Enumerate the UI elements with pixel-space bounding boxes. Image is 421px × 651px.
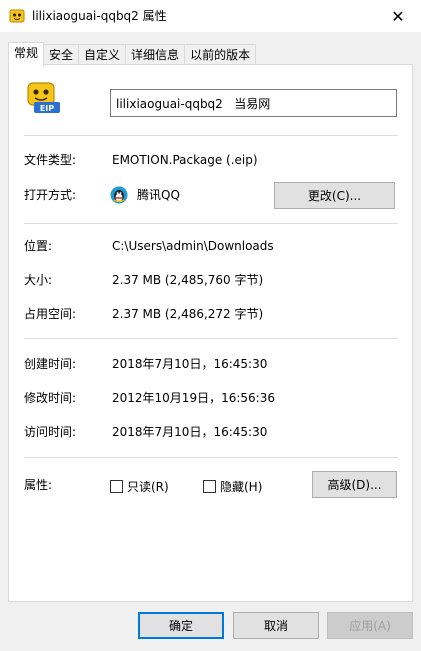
modified-value: 2012年10月19日，16:56:36 xyxy=(112,391,275,405)
open-with-value: 腾讯QQ xyxy=(137,188,180,202)
location-label: 位置: xyxy=(24,239,53,253)
file-type-value: EMOTION.Package (.eip) xyxy=(112,153,258,167)
readonly-checkbox[interactable]: 只读(R) xyxy=(110,478,169,495)
ok-button[interactable]: 确定 xyxy=(138,612,224,639)
created-label: 创建时间: xyxy=(24,357,77,371)
tab-details[interactable]: 详细信息 xyxy=(125,44,186,66)
separator xyxy=(24,457,398,458)
file-type-label: 文件类型: xyxy=(24,153,77,167)
separator xyxy=(24,223,398,224)
file-type-icon: EIP xyxy=(27,82,60,113)
disk-size-label: 占用空间: xyxy=(24,307,77,321)
file-name-field[interactable] xyxy=(110,89,397,117)
size-value: 2.37 MB (2,485,760 字节) xyxy=(112,273,264,287)
change-button[interactable]: 更改(C)... xyxy=(274,182,395,209)
file-icon-label: EIP xyxy=(40,104,54,113)
tab-general[interactable]: 常规 xyxy=(8,42,45,66)
window-title: lilixiaoguai-qqbq2 属性 xyxy=(32,9,167,23)
apply-button[interactable]: 应用(A) xyxy=(327,612,413,639)
separator xyxy=(24,135,398,136)
checkbox-box[interactable] xyxy=(203,480,216,493)
advanced-button[interactable]: 高级(D)... xyxy=(312,471,397,498)
modified-label: 修改时间: xyxy=(24,391,77,405)
close-icon: ✕ xyxy=(391,6,405,26)
created-value: 2018年7月10日，16:45:30 xyxy=(112,357,268,371)
hidden-checkbox[interactable]: 隐藏(H) xyxy=(203,478,262,495)
attributes-label: 属性: xyxy=(24,478,53,492)
title-bar: lilixiaoguai-qqbq2 属性 ✕ xyxy=(0,0,421,32)
qq-penguin-icon xyxy=(110,186,128,204)
tab-previous-versions[interactable]: 以前的版本 xyxy=(184,44,257,66)
accessed-value: 2018年7月10日，16:45:30 xyxy=(112,425,268,439)
accessed-label: 访问时间: xyxy=(24,425,77,439)
checkbox-box[interactable] xyxy=(110,480,123,493)
general-panel: EIP 文件类型: EMOTION.Package (.eip) 打开方式: 腾… xyxy=(8,64,413,602)
readonly-label: 只读(R) xyxy=(127,480,169,494)
emotion-package-icon xyxy=(9,9,25,23)
size-label: 大小: xyxy=(24,273,53,287)
hidden-label: 隐藏(H) xyxy=(220,480,263,494)
tab-bar: 常规 安全 自定义 详细信息 以前的版本 xyxy=(8,42,257,66)
tab-security[interactable]: 安全 xyxy=(43,44,80,66)
location-value: C:\Users\admin\Downloads xyxy=(112,239,274,253)
close-button[interactable]: ✕ xyxy=(375,0,421,32)
disk-size-value: 2.37 MB (2,486,272 字节) xyxy=(112,307,264,321)
open-with-label: 打开方式: xyxy=(24,188,77,202)
cancel-button[interactable]: 取消 xyxy=(233,612,319,639)
tab-custom[interactable]: 自定义 xyxy=(78,44,127,66)
separator xyxy=(24,338,398,339)
